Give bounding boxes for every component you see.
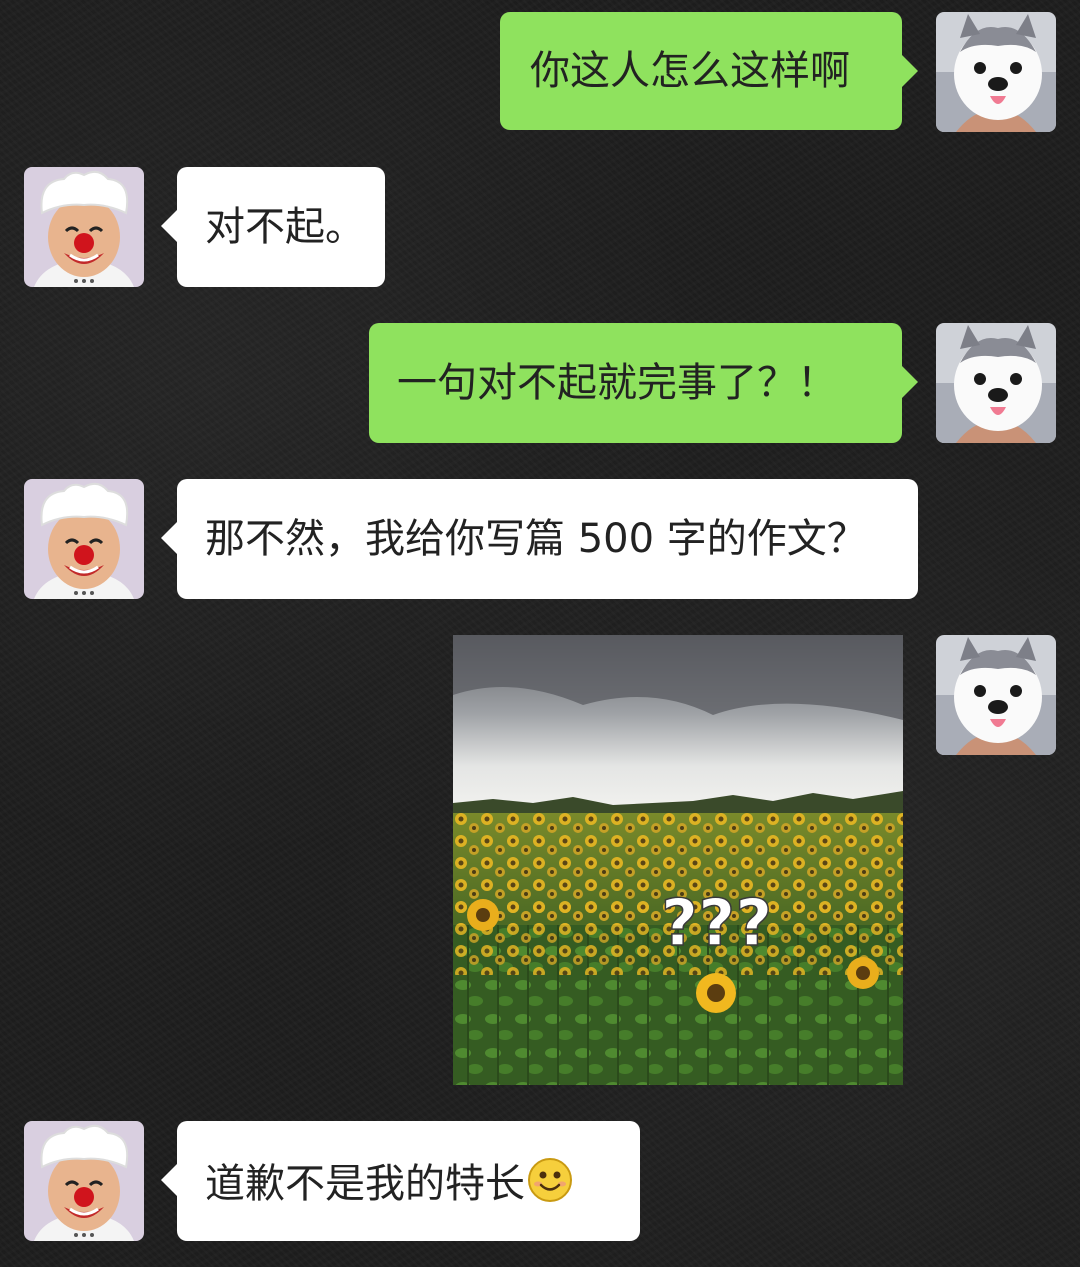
clown-chef-avatar[interactable] (24, 167, 144, 287)
their-message-bubble[interactable]: 对不起。 (161, 167, 385, 287)
their-message-bubble[interactable]: 道歉不是我的特长 (161, 1121, 640, 1241)
my-message-bubble[interactable]: 你这人怎么这样啊 (500, 12, 918, 130)
message-text: 一句对不起就完事了？！ (397, 360, 837, 406)
clown-chef-avatar[interactable] (24, 1121, 144, 1241)
sunflower-field-image[interactable]: ??? (453, 635, 903, 1085)
husky-puppy-avatar[interactable] (936, 323, 1056, 443)
message-text: 对不起。 (205, 204, 365, 250)
message-text: 你这人怎么这样啊 (530, 48, 850, 94)
clown-chef-avatar[interactable] (24, 479, 144, 599)
smiling-face-emoji (528, 1158, 572, 1202)
chat-screen: { "messages": [ {"side": "me", "type": "… (0, 0, 1080, 1267)
husky-puppy-avatar[interactable] (936, 12, 1056, 132)
image-overlay-question-marks: ??? (661, 887, 772, 961)
husky-puppy-avatar[interactable] (936, 635, 1056, 755)
my-message-bubble[interactable]: 一句对不起就完事了？！ (369, 323, 918, 443)
message-text: 道歉不是我的特长 (205, 1161, 525, 1207)
their-message-bubble[interactable]: 那不然，我给你写篇 500 字的作文？ (161, 479, 918, 599)
message-text: 那不然，我给你写篇 500 字的作文？ (205, 516, 867, 562)
